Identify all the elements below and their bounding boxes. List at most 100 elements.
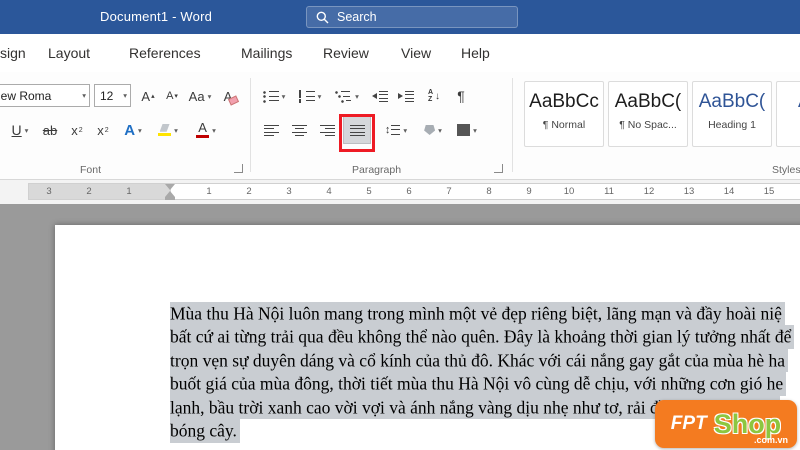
text-line[interactable]: buốt giá của mùa đông, thời tiết mùa thu… (170, 372, 794, 397)
ruler-number: 5 (366, 186, 372, 197)
grow-font-button[interactable]: A ▴ (136, 84, 160, 108)
font-size-combobox[interactable]: 12 ▾ (94, 84, 131, 107)
sort-z-letter: Z (427, 96, 433, 103)
font-name-combobox[interactable]: New Roma ▾ (0, 84, 90, 107)
tab-review[interactable]: Review (323, 34, 369, 72)
tab-view[interactable]: View (401, 34, 431, 72)
chevron-down-icon: ▾ (438, 125, 442, 135)
style-name: Heading 1 (708, 119, 756, 131)
chevron-down-icon: ▾ (355, 91, 359, 101)
style-item-partial[interactable]: AaB H (776, 81, 800, 147)
strikethrough-button[interactable]: ab (38, 116, 62, 144)
font-color-button[interactable]: A ▾ (190, 116, 222, 144)
tab-help[interactable]: Help (461, 34, 490, 72)
subscript-button[interactable]: x2 (66, 116, 88, 144)
word-window: Document1 - Word Search sign Layout Refe… (0, 0, 800, 450)
up-down-arrow-icon: ↕ (384, 124, 391, 136)
chevron-down-icon: ▾ (212, 125, 216, 135)
horizontal-ruler[interactable]: 3 2 1 1 2 3 4 5 6 7 8 9 10 11 12 13 14 1… (28, 183, 800, 200)
borders-button[interactable]: ▾ (452, 116, 482, 144)
text-line[interactable]: bất cứ ai từng trải qua đều không thể nà… (170, 325, 795, 350)
pen-shape (159, 123, 170, 132)
ruler-row: 3 2 1 1 2 3 4 5 6 7 8 9 10 11 12 13 14 1… (0, 180, 800, 204)
ruler-number: 2 (246, 186, 252, 197)
chevron-down-icon: ▾ (82, 91, 86, 100)
text-line[interactable]: trọn vẹn sự duyên dáng và cổ kính của th… (170, 348, 794, 373)
clear-formatting-button[interactable]: A (217, 84, 240, 108)
paragraph-group-label: Paragraph (352, 164, 402, 176)
text-line[interactable]: Mùa thu Hà Nội luôn mang trong mình một … (170, 301, 794, 326)
ruler-number: 8 (486, 186, 492, 197)
style-item-heading1[interactable]: AaBbC( Heading 1 (692, 81, 772, 147)
paragraph-dialog-launcher-icon[interactable] (494, 164, 503, 173)
underline-button[interactable]: U ▾ (6, 116, 34, 144)
line-spacing-button[interactable]: ↕ ▾ (378, 116, 414, 144)
shrink-font-button[interactable]: A ▾ (161, 84, 183, 108)
bullet-list-icon (262, 89, 279, 103)
font-name-value: New Roma (0, 88, 52, 103)
text-effects-icon: A (124, 121, 136, 139)
increase-indent-button[interactable] (394, 84, 418, 108)
selected-text: Mùa thu Hà Nội luôn mang trong mình một … (170, 301, 785, 325)
strikethrough-icon: ab (42, 122, 58, 138)
change-case-button[interactable]: Aa ▾ (185, 84, 215, 108)
font-dialog-launcher-icon[interactable] (234, 164, 243, 173)
text-effects-button[interactable]: A ▾ (120, 116, 146, 144)
tab-mailings[interactable]: Mailings (241, 34, 292, 72)
logo-domain-text: .com.vn (753, 435, 788, 445)
tab-design-partial[interactable]: sign (0, 34, 26, 72)
search-label: Search (337, 10, 377, 24)
show-hide-marks-button[interactable]: ¶ (450, 84, 472, 108)
subscript-digit: 2 (78, 126, 83, 134)
chevron-down-icon: ▾ (317, 91, 322, 101)
bullets-button[interactable]: ▾ (258, 84, 290, 108)
chevron-down-icon: ▾ (174, 125, 178, 135)
ribbon-tab-row: sign Layout References Mailings Review V… (0, 34, 800, 72)
shrink-font-icon: A (166, 90, 174, 102)
align-right-icon (319, 124, 335, 136)
up-caret-icon: ▴ (151, 93, 155, 100)
paint-bucket-icon (424, 125, 436, 135)
ruler-number: 9 (526, 186, 532, 197)
sort-a-letter: A (427, 89, 434, 96)
down-caret-icon: ▾ (174, 93, 178, 100)
underline-icon: U (11, 122, 22, 138)
selected-text: bất cứ ai từng trải qua đều không thể nà… (170, 325, 795, 349)
left-indent-marker[interactable] (165, 197, 175, 200)
sort-button[interactable]: A Z ↓ (420, 84, 448, 108)
chevron-down-icon: ▾ (24, 125, 29, 135)
spacing-lines-icon (391, 124, 401, 136)
borders-grid-icon (457, 124, 471, 136)
fpt-shop-logo: FPT Shop .com.vn (655, 400, 797, 448)
align-right-button[interactable] (314, 116, 340, 144)
chevron-down-icon: ▾ (281, 91, 286, 101)
shading-button[interactable]: ▾ (418, 116, 448, 144)
ruler-number: 7 (446, 186, 452, 197)
ruler-number: 12 (643, 186, 655, 197)
decrease-indent-button[interactable] (368, 84, 392, 108)
annotation-red-box (339, 114, 375, 152)
first-line-indent-marker[interactable] (165, 184, 175, 190)
numbering-button[interactable]: ▾ (294, 84, 326, 108)
style-item-normal[interactable]: AaBbCc ¶ Normal (524, 81, 604, 147)
styles-group-label: Styles (772, 164, 800, 176)
align-center-button[interactable] (286, 116, 312, 144)
tab-references[interactable]: References (129, 34, 201, 72)
style-name: ¶ No Spac... (619, 119, 677, 131)
search-box[interactable]: Search (306, 6, 518, 28)
change-case-icon: Aa (188, 88, 205, 104)
align-center-icon (291, 124, 307, 136)
ruler-number: 3 (46, 186, 52, 197)
superscript-digit: 2 (104, 126, 109, 134)
selected-text: trọn vẹn sự duyên dáng và cổ kính của th… (170, 348, 789, 372)
text-highlight-button[interactable]: ▾ (152, 116, 184, 144)
multilevel-list-button[interactable]: ▾ (330, 84, 364, 108)
font-color-letter: A (198, 119, 207, 135)
tab-layout[interactable]: Layout (48, 34, 90, 72)
style-item-no-spacing[interactable]: AaBbC( ¶ No Spac... (608, 81, 688, 147)
chevron-down-icon: ▾ (123, 91, 127, 100)
superscript-button[interactable]: x2 (92, 116, 114, 144)
ruler-number: 15 (763, 186, 775, 197)
align-left-button[interactable] (258, 116, 284, 144)
ruler-number: 14 (723, 186, 735, 197)
